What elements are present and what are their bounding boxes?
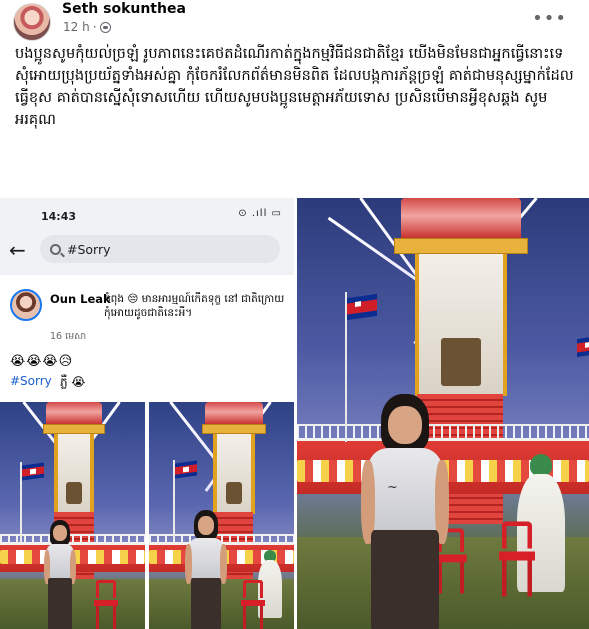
inner-post-card: Oun Leak កំពុង 😔 មានអារម្មណ៍កើតទុក្ខ នៅ … — [0, 275, 294, 629]
status-icons: ⊙ .ıll ▭ — [238, 208, 282, 219]
red-chair — [499, 521, 535, 597]
search-bar: #Sorry — [40, 235, 280, 263]
girl-figure — [44, 520, 78, 629]
screenshot-photo[interactable]: 14:43 ⊙ .ıll ▭ ← #Sorry Oun Leak កំពុង 😔… — [0, 198, 294, 629]
main-photo[interactable]: ~ — [297, 198, 589, 629]
cambodia-flag — [175, 460, 197, 479]
more-options-icon[interactable]: ••• — [532, 8, 567, 29]
globe-icon — [99, 21, 111, 33]
search-query: #Sorry — [67, 241, 111, 257]
cambodia-flag — [347, 293, 377, 321]
inner-photo-2 — [149, 402, 294, 629]
inner-date: 16 មេសា — [50, 331, 87, 342]
author-name[interactable]: Seth sokunthea — [62, 1, 186, 17]
post-photos[interactable]: 14:43 ⊙ .ıll ▭ ← #Sorry Oun Leak កំពុង 😔… — [0, 198, 589, 629]
inner-avatar — [10, 289, 42, 321]
cambodia-flag — [22, 462, 44, 481]
post-header: Seth sokunthea 12 h · ••• — [0, 0, 589, 44]
post-caption: បងប្អូនសូមកុំយល់ច្រឡំ រូបភាពនេះគេថតដំណើរ… — [15, 45, 574, 128]
phone-status-bar: 14:43 ⊙ .ıll ▭ — [0, 198, 294, 228]
inner-feeling: កំពុង 😔 មានអារម្មណ៍កើតទុក្ខ នៅ ជាតិក្រោយ… — [104, 293, 285, 319]
meta-separator: · — [92, 20, 97, 34]
girl-figure — [185, 510, 227, 629]
status-time: 14:43 — [41, 210, 77, 223]
red-chair — [241, 580, 265, 629]
flag — [577, 337, 589, 357]
inner-hashtag-suffix: ភ្លឺ 😭 — [60, 375, 86, 389]
author-avatar[interactable] — [13, 3, 51, 41]
back-arrow-icon: ← — [9, 238, 26, 262]
search-icon — [50, 243, 61, 255]
inner-author: Oun Leak — [50, 292, 111, 306]
shirt-logo: ~ — [387, 480, 398, 495]
inner-photo-1 — [0, 402, 145, 629]
post-time[interactable]: 12 h — [63, 20, 90, 34]
red-chair — [94, 580, 118, 629]
post-meta: 12 h · — [63, 20, 111, 34]
inner-emojis: 😭😭😭😥 — [10, 354, 74, 369]
inner-hashtag: #Sorry — [10, 374, 52, 388]
girl-figure: ~ — [361, 394, 449, 629]
